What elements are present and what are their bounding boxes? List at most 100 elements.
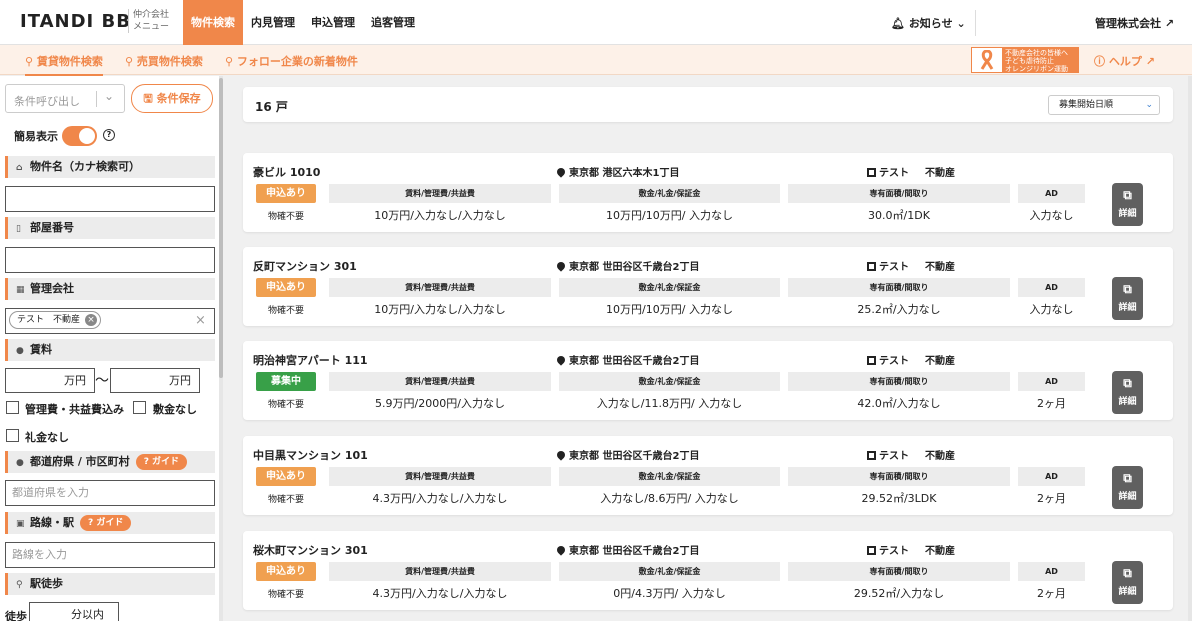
rent-header: 賃料/管理費/共益費 <box>329 184 551 203</box>
building-name-input[interactable] <box>5 186 215 212</box>
condition-select[interactable]: 条件呼び出し ⌄ <box>5 84 125 113</box>
sidebar-scrollbar[interactable] <box>219 76 223 621</box>
company-name: テスト <box>879 546 909 557</box>
notice-menu[interactable]: 🔔︎ お知らせ ⌄ <box>891 15 966 31</box>
banner-line2: 子ども虐待防止 <box>1005 57 1054 65</box>
orange-ribbon-banner[interactable]: 不動産会社の皆様へ 子ども虐待防止 オレンジリボン運動 <box>971 47 1079 73</box>
search-sidebar: 条件呼び出し ⌄ 🖫︎ 条件保存 簡易表示 ? ⌂ 物件名（カナ検索可） ▯ 部屋番… <box>0 76 222 621</box>
rent-header: 賃料/管理費/共益費 <box>329 562 551 581</box>
help-link[interactable]: ⓘ ヘルプ ↗ <box>1094 53 1155 69</box>
detail-button[interactable]: ⧉ 詳細 <box>1112 277 1143 320</box>
results-count: 16 戸 <box>255 100 288 114</box>
company-label: 管理株式会社 <box>1095 17 1161 30</box>
listing-card[interactable]: 中目黒マンション 101 東京都 世田谷区千歳台2丁目 テスト 不動産 申込あり 物確不要… <box>243 436 1173 515</box>
company-name: テスト <box>879 168 909 179</box>
rent-min-input[interactable]: 万円 <box>5 368 95 393</box>
area-value: 29.52㎡/入力なし <box>853 587 945 600</box>
deposit-value: 10万円/10万円/ 入力なし <box>606 303 733 316</box>
main-nav: 物件検索 内見管理 申込管理 追客管理 <box>183 0 423 45</box>
detail-button[interactable]: ⧉ 詳細 <box>1112 183 1143 226</box>
rent-value: 4.3万円/入力なし/入力なし <box>372 492 508 505</box>
building-name[interactable]: 桜木町マンション 301 <box>253 542 368 558</box>
line-input[interactable]: 路線を入力 <box>5 542 215 568</box>
tab-sale-search-label: 売買物件検索 <box>136 55 203 68</box>
guide-button[interactable]: ? ガイド <box>135 454 188 470</box>
confirmation-note: 物確不要 <box>267 400 304 410</box>
fees-included-checkbox[interactable] <box>6 401 19 414</box>
sort-label: 募集開始日順 <box>1059 100 1114 110</box>
search-icon: ⚲ <box>25 55 34 68</box>
main-scrollbar[interactable] <box>1188 76 1192 621</box>
area-input[interactable]: 都道府県を入力 <box>5 480 215 506</box>
walk-minutes-input[interactable]: 分以内 <box>29 602 119 621</box>
ad-value: 2ヶ月 <box>1037 492 1066 505</box>
external-link-icon: ⧉ <box>1123 188 1132 202</box>
section-walk: ⚲ 駅徒歩 <box>5 573 215 595</box>
address-text: 東京都 世田谷区千歳台2丁目 <box>569 356 700 367</box>
save-condition-button[interactable]: 🖫︎ 条件保存 <box>131 84 213 113</box>
company-type: 不動産 <box>925 262 955 273</box>
confirmation-note: 物確不要 <box>267 306 304 316</box>
building-name[interactable]: 中目黒マンション 101 <box>253 447 368 463</box>
listing-card[interactable]: 桜木町マンション 301 東京都 世田谷区千歳台2丁目 テスト 不動産 申込あり 物確不要… <box>243 531 1173 610</box>
select-separator <box>96 91 97 107</box>
sort-select[interactable]: 募集開始日順 ⌄ <box>1048 95 1160 115</box>
fees-included-label: 管理費・共益費込み <box>25 403 124 416</box>
area-header: 専有面積/間取り <box>788 278 1010 297</box>
help-circle-icon[interactable]: ? <box>103 129 115 141</box>
tab-follow-new-label: フォロー企業の新着物件 <box>236 55 358 68</box>
building-name[interactable]: 反町マンション 301 <box>253 258 357 274</box>
no-keymoney-checkbox[interactable] <box>6 429 19 442</box>
building-name[interactable]: 明治神宮アパート 111 <box>253 352 368 368</box>
guide-button[interactable]: ? ガイド <box>80 515 132 531</box>
external-link-icon: ⧉ <box>1123 471 1132 485</box>
scrollbar-thumb[interactable] <box>219 78 223 378</box>
simple-view-toggle[interactable] <box>62 126 97 146</box>
tab-rent-search[interactable]: ⚲ 賃貸物件検索 <box>25 53 103 77</box>
area-value: 25.2㎡/入力なし <box>857 303 941 316</box>
no-deposit-checkbox[interactable] <box>133 401 146 414</box>
detail-button[interactable]: ⧉ 詳細 <box>1112 561 1143 604</box>
area-value: 29.52㎡/3LDK <box>861 492 937 505</box>
section-building-name: ⌂ 物件名（カナ検索可） <box>5 156 215 178</box>
banner-line3: オレンジリボン運動 <box>1005 65 1068 73</box>
status-badge: 申込あり <box>256 184 316 203</box>
app-logo[interactable]: ITANDI BB <box>20 11 131 32</box>
clear-icon[interactable]: × <box>195 313 206 328</box>
area-header: 専有面積/間取り <box>788 467 1010 486</box>
rent-max-input[interactable]: 万円 <box>110 368 200 393</box>
nav-application[interactable]: 申込管理 <box>303 0 363 45</box>
close-icon[interactable]: × <box>85 314 98 326</box>
external-link-icon: ⧉ <box>1123 282 1132 296</box>
deposit-value: 10万円/10万円/ 入力なし <box>606 209 733 222</box>
sub-header: ⚲ 賃貸物件検索 ⚲ 売買物件検索 ⚲ フォロー企業の新着物件 不動産会社の皆様… <box>0 45 1192 77</box>
detail-button[interactable]: ⧉ 詳細 <box>1112 371 1143 414</box>
tab-follow-new[interactable]: ⚲ フォロー企業の新着物件 <box>225 53 358 69</box>
location-pin-icon <box>555 166 567 178</box>
status-text: 申込あり <box>266 188 306 199</box>
listing-card[interactable]: 反町マンション 301 東京都 世田谷区千歳台2丁目 テスト 不動産 申込あり 物確不要 賃… <box>243 247 1173 326</box>
location-pin-icon <box>555 354 567 366</box>
address: 東京都 世田谷区千歳台2丁目 <box>555 258 699 273</box>
nav-viewing[interactable]: 内見管理 <box>243 0 303 45</box>
search-icon: ⚲ <box>125 55 134 68</box>
area-header: 専有面積/間取り <box>788 562 1010 581</box>
detail-button[interactable]: ⧉ 詳細 <box>1112 466 1143 509</box>
building-name[interactable]: 豪ビル 1010 <box>253 164 320 180</box>
nav-property-search[interactable]: 物件検索 <box>183 0 243 45</box>
listing-card[interactable]: 豪ビル 1010 東京都 港区六本木1丁目 テスト 不動産 申込あり 物確不要 賃料/管理費… <box>243 153 1173 232</box>
deposit-header: 敷金/礼金/保証金 <box>559 278 780 297</box>
management-chip[interactable]: テスト 不動産 × <box>9 311 102 329</box>
tab-sale-search[interactable]: ⚲ 売買物件検索 <box>125 53 203 69</box>
rent-header: 賃料/管理費/共益費 <box>329 372 551 391</box>
ad-value: 入力なし <box>1029 209 1074 222</box>
nav-customer[interactable]: 追客管理 <box>363 0 423 45</box>
room-number-input[interactable] <box>5 247 215 273</box>
simple-view-label: 簡易表示 <box>14 130 58 143</box>
listing-card[interactable]: 明治神宮アパート 111 東京都 世田谷区千歳台2丁目 テスト 不動産 募集中 物確不要 賃… <box>243 341 1173 420</box>
ad-value: 2ヶ月 <box>1037 397 1066 410</box>
management-company: テスト 不動産 <box>867 164 955 179</box>
chevron-down-icon: ⌄ <box>104 89 115 103</box>
save-label: 条件保存 <box>156 92 201 105</box>
company-menu[interactable]: 管理株式会社 ↗ <box>1095 15 1174 31</box>
